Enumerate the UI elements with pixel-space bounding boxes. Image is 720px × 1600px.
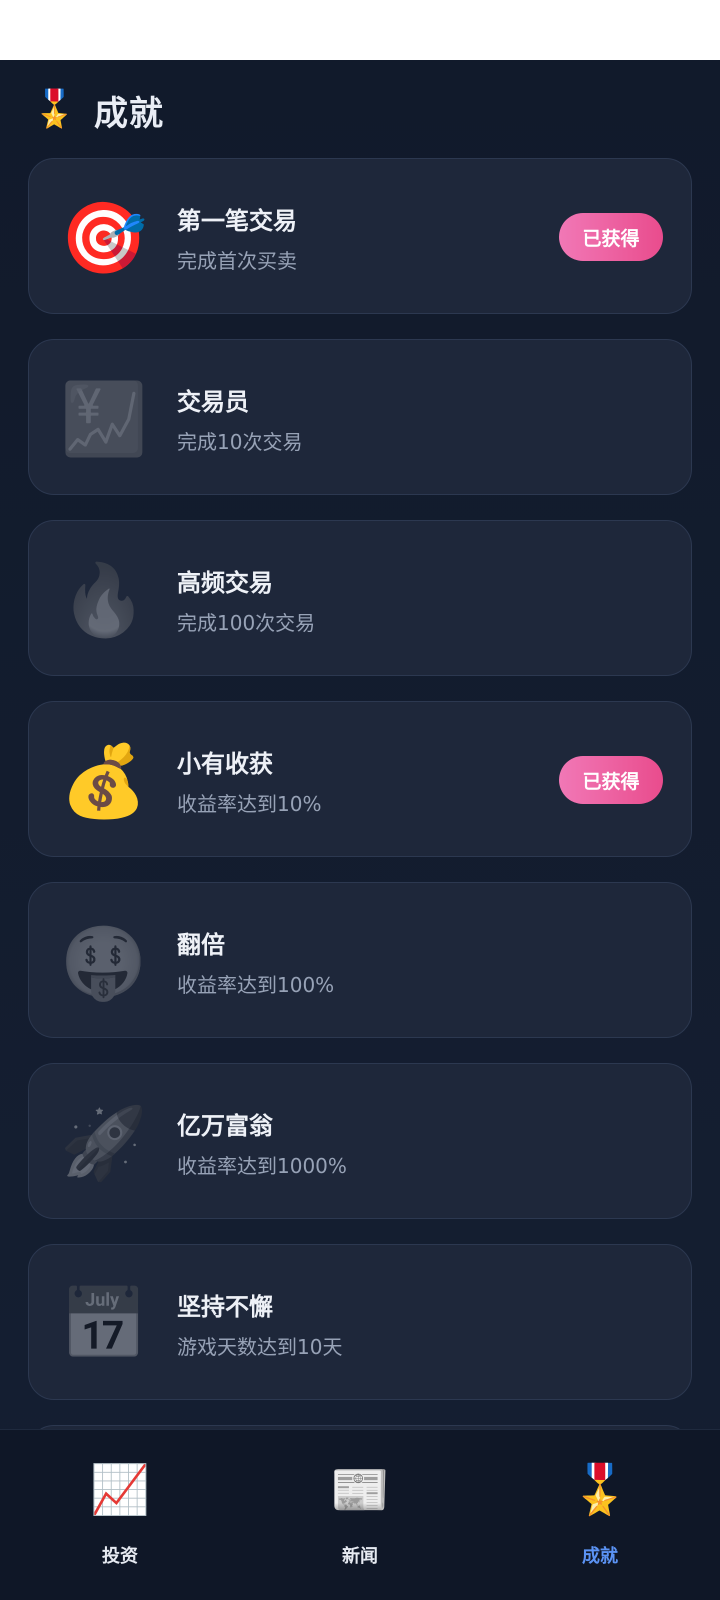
achievement-card-double[interactable]: 🤑 翻倍 收益率达到100% (28, 882, 692, 1038)
nav-label: 投资 (102, 1546, 138, 1567)
nav-label: 新闻 (342, 1546, 378, 1567)
achievements-screen: 🎖️ 成就 🎯 第一笔交易 完成首次买卖 已获得 💹 交易员 完成10次交易 🔥… (0, 60, 720, 1600)
achievement-list: 🎯 第一笔交易 完成首次买卖 已获得 💹 交易员 完成10次交易 🔥 高频交易 … (28, 158, 694, 1600)
achievement-desc: 收益率达到1000% (177, 1154, 347, 1178)
fire-icon: 🔥 (60, 559, 148, 641)
achievement-desc: 完成首次买卖 (177, 249, 297, 273)
calendar-icon: 📅 (60, 1283, 148, 1365)
nav-news[interactable]: 📰 新闻 (300, 1466, 420, 1576)
achievement-name: 高频交易 (177, 569, 273, 597)
achievement-card-persistence[interactable]: 📅 坚持不懈 游戏天数达到10天 (28, 1244, 692, 1400)
rocket-icon: 🚀 (60, 1102, 148, 1184)
achievement-desc: 完成100次交易 (177, 611, 316, 635)
achievement-card-billionaire[interactable]: 🚀 亿万富翁 收益率达到1000% (28, 1063, 692, 1219)
achievement-card-trader[interactable]: 💹 交易员 完成10次交易 (28, 339, 692, 495)
achievement-desc: 收益率达到100% (177, 973, 335, 997)
chart-yen-icon: 💹 (60, 378, 148, 460)
achievement-card-first-trade[interactable]: 🎯 第一笔交易 完成首次买卖 已获得 (28, 158, 692, 314)
achievement-card-high-frequency[interactable]: 🔥 高频交易 完成100次交易 (28, 520, 692, 676)
achievement-desc: 收益率达到10% (177, 792, 322, 816)
achievement-desc: 游戏天数达到10天 (177, 1335, 343, 1359)
target-icon: 🎯 (60, 197, 148, 279)
nav-label: 成就 (582, 1546, 618, 1567)
medal-icon: 🎖️ (570, 1462, 630, 1518)
money-mouth-face-icon: 🤑 (60, 921, 148, 1003)
achievement-name: 翻倍 (177, 931, 225, 959)
achievement-name: 小有收获 (177, 750, 273, 778)
achievement-name: 坚持不懈 (177, 1293, 273, 1321)
achievement-card-small-gain[interactable]: 💰 小有收获 收益率达到10% 已获得 (28, 701, 692, 857)
page-title: 成就 (94, 93, 164, 134)
page-header: 🎖️ 成就 (32, 82, 164, 138)
nav-achievements[interactable]: 🎖️ 成就 (540, 1466, 660, 1576)
achievement-desc: 完成10次交易 (177, 430, 303, 454)
newspaper-icon: 📰 (330, 1462, 390, 1518)
achievement-name: 亿万富翁 (177, 1112, 273, 1140)
nav-invest[interactable]: 📈 投资 (60, 1466, 180, 1576)
achievement-name: 第一笔交易 (177, 207, 297, 235)
medal-icon: 🎖️ (32, 89, 77, 130)
earned-badge: 已获得 (559, 213, 663, 261)
money-bag-icon: 💰 (60, 740, 148, 822)
earned-badge: 已获得 (559, 756, 663, 804)
achievement-name: 交易员 (177, 388, 249, 416)
bottom-navigation: 📈 投资 📰 新闻 🎖️ 成就 (0, 1429, 720, 1600)
status-bar (0, 0, 720, 60)
chart-increasing-icon: 📈 (90, 1462, 150, 1518)
